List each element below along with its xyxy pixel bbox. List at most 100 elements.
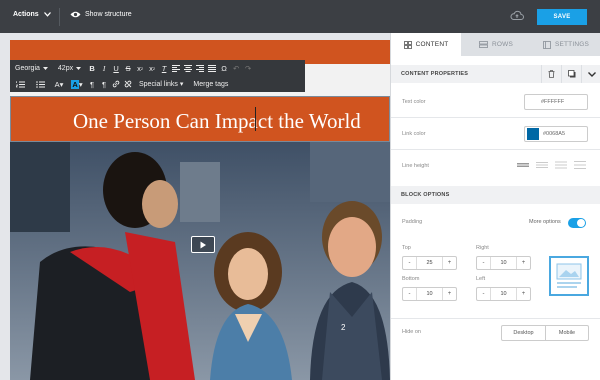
align-justify-button[interactable] [206,60,218,76]
padding-bottom-label: Bottom [402,276,420,282]
decrement-button[interactable]: - [477,257,490,269]
eye-icon [70,11,81,18]
padding-top-value[interactable]: 25 [416,257,443,269]
hide-on-mobile[interactable]: Mobile [545,326,588,340]
align-left-icon [172,64,181,72]
redo-button[interactable]: ↷ [242,60,254,76]
superscript-button[interactable]: x2 [134,60,146,76]
subscript-button[interactable]: x2 [146,60,158,76]
duplicate-button[interactable] [561,65,581,83]
increment-button[interactable]: + [517,257,530,269]
topbar-divider [59,8,60,26]
show-structure-label: Show structure [85,11,132,18]
bold-button[interactable]: B [86,60,98,76]
align-center-icon [184,64,193,72]
title-text-block[interactable]: One Person Can Impact the World [10,96,390,142]
underline-button[interactable]: U [110,60,122,76]
align-center-button[interactable] [182,60,194,76]
line-height-normal-icon[interactable] [536,161,548,169]
padding-right-label: Right [476,245,489,251]
padding-bottom-value[interactable]: 10 [416,288,443,300]
text-direction-button[interactable]: ¶ [86,76,98,92]
unlink-button[interactable] [122,76,134,92]
hide-on-desktop[interactable]: Desktop [502,326,545,340]
increment-button[interactable]: + [443,288,456,300]
tab-settings[interactable]: SETTINGS [531,33,600,56]
block-options-header: BLOCK OPTIONS [391,186,600,204]
increment-button[interactable]: + [517,288,530,300]
cloud-upload-icon[interactable] [510,10,524,23]
students-photo: 2 [10,142,390,380]
settings-icon [543,40,551,49]
font-size-select[interactable]: 42px [53,60,86,76]
more-options-toggle[interactable] [568,218,586,228]
grid-icon [403,40,412,49]
trash-icon [548,70,555,78]
show-structure-button[interactable]: Show structure [70,11,132,18]
text-cursor [255,107,256,131]
padding-bottom-stepper[interactable]: - 10 + [402,287,457,301]
padding-left-value[interactable]: 10 [490,288,517,300]
actions-menu[interactable]: Actions [13,11,51,18]
paragraph-button[interactable]: ¶ [98,76,110,92]
link-color-value: #0068A5 [543,131,566,137]
block-actions [541,65,600,83]
collapse-button[interactable] [581,65,600,83]
increment-button[interactable]: + [443,257,456,269]
highlight-color-button[interactable]: A ▾ [68,76,86,92]
highlight-swatch-icon: A [71,79,79,89]
ordered-list-button[interactable] [10,76,30,92]
line-height-compact-icon[interactable] [517,161,529,169]
padding-top-stepper[interactable]: - 25 + [402,256,457,270]
panel-tabs: CONTENT ROWS SETTINGS [391,33,600,56]
align-right-icon [196,64,205,72]
delete-button[interactable] [541,65,561,83]
font-family-select[interactable]: Georgia [10,60,53,76]
decrement-button[interactable]: - [477,288,490,300]
link-color-label: Link color [402,131,426,137]
link-button[interactable] [110,76,122,92]
font-family-value: Georgia [15,64,40,72]
merge-tags-select[interactable]: Merge tags [188,76,233,92]
text-color-picker[interactable]: #FFFFFF [524,94,588,110]
padding-right-stepper[interactable]: - 10 + [476,256,531,270]
line-height-label: Line height [402,163,429,169]
save-button[interactable]: SAVE [537,9,587,25]
line-height-options [517,161,586,169]
unordered-list-icon [35,80,45,88]
content-properties-label: CONTENT PROPERTIES [401,71,469,77]
block-options-label: BLOCK OPTIONS [401,192,450,198]
padding-left-stepper[interactable]: - 10 + [476,287,531,301]
special-char-button[interactable]: Ω [218,60,230,76]
play-icon [200,241,206,248]
align-right-button[interactable] [194,60,206,76]
unordered-list-button[interactable] [30,76,50,92]
more-options-label: More options [529,219,561,225]
tab-content[interactable]: CONTENT [391,33,461,56]
text-color-button[interactable]: A▾ [50,76,68,92]
rows-icon [479,41,488,48]
link-color-swatch [527,128,539,140]
undo-button[interactable]: ↶ [230,60,242,76]
decrement-button[interactable]: - [403,288,416,300]
decrement-button[interactable]: - [403,257,416,269]
play-button[interactable] [191,236,215,253]
link-color-picker[interactable]: #0068A5 [524,126,588,142]
line-height-relaxed-icon[interactable] [555,161,567,169]
tab-rows[interactable]: ROWS [461,33,531,56]
unlink-icon [124,80,132,88]
hide-on-label: Hide on [402,329,421,335]
special-links-select[interactable]: Special links ▾ [134,76,188,92]
top-bar: Actions Show structure SAVE [0,0,600,33]
line-height-loose-icon[interactable] [574,161,586,169]
align-left-button[interactable] [170,60,182,76]
clear-format-button[interactable]: T [158,60,170,76]
strikethrough-button[interactable]: S [122,60,134,76]
font-size-value: 42px [57,64,74,72]
actions-label: Actions [13,11,39,18]
video-thumbnail[interactable]: 2 [10,142,390,380]
tab-content-label: CONTENT [415,41,449,48]
padding-right-value[interactable]: 10 [490,257,517,269]
title-text[interactable]: One Person Can Impact the World [73,109,361,134]
italic-button[interactable]: I [98,60,110,76]
